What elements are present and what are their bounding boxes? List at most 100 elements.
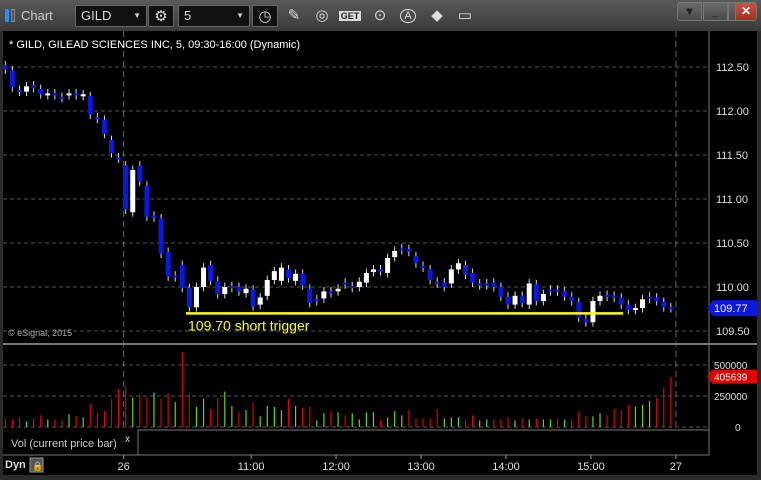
clock-icon: ◷	[258, 8, 272, 25]
minimize-button[interactable]: _	[703, 2, 728, 21]
candle-body	[144, 185, 150, 217]
interval-value: 5	[184, 8, 192, 23]
time-axis-label: 15:00	[577, 461, 605, 473]
window-menu-button[interactable]: ▾	[677, 2, 702, 21]
candle-body	[349, 286, 355, 289]
candle-body	[668, 307, 674, 310]
candle-body	[250, 289, 256, 307]
replay-button[interactable]: ⊙	[367, 5, 393, 27]
candle-body	[236, 287, 242, 292]
candle-body	[342, 282, 348, 285]
candle-body	[179, 265, 185, 288]
candle-body	[52, 93, 58, 96]
candle-body	[9, 70, 15, 88]
candle-body	[201, 267, 207, 287]
volume-study-close-button[interactable]: x	[125, 434, 130, 445]
candle-body	[101, 119, 107, 134]
time-axis-label: 13:00	[407, 461, 435, 473]
candle-body	[45, 93, 51, 96]
candle-body	[611, 295, 617, 298]
candle-body	[293, 273, 299, 281]
lock-icon: 🔒	[32, 461, 43, 471]
price-axis-label: 112.00	[716, 106, 749, 118]
candle-body	[547, 289, 553, 292]
comment-button[interactable]: ▭	[452, 5, 478, 27]
candle-body	[2, 65, 8, 70]
candle-body	[654, 297, 660, 302]
candle-body	[555, 289, 561, 292]
candle-body	[392, 250, 398, 258]
time-template-button[interactable]: ◷	[252, 5, 278, 27]
candle-body	[576, 301, 582, 318]
candle-body	[448, 269, 454, 284]
chevron-down-icon: ▼	[236, 11, 244, 20]
time-axis-label: 12:00	[322, 461, 350, 473]
chart-panel[interactable]: * GILD, GILEAD SCIENCES INC, 5, 09:30-16…	[2, 31, 757, 475]
candle-body	[321, 291, 327, 299]
candle-body	[526, 283, 532, 305]
short-trigger-label: 109.70 short trigger	[188, 317, 310, 333]
candle-body	[278, 267, 284, 281]
candle-body	[484, 283, 490, 286]
symbol-dropdown[interactable]: GILD ▼	[75, 5, 147, 27]
price-axis: 112.50 112.00 111.50 111.00 110.50 110.00 109.…	[716, 62, 750, 338]
candle-body	[66, 93, 72, 96]
candle-body	[24, 86, 30, 92]
candle-body	[314, 299, 320, 302]
chart-title: * GILD, GILEAD SCIENCES INC, 5, 09:30-16…	[9, 39, 300, 51]
candle-body	[328, 291, 334, 294]
price-axis-label: 112.50	[716, 62, 749, 74]
candle-body	[406, 249, 412, 252]
settings-gear-button[interactable]: ⚙	[148, 5, 174, 27]
price-axis-label: 110.00	[716, 282, 749, 294]
candle-body	[193, 287, 199, 308]
copyright-label: © eSignal, 2015	[8, 328, 72, 338]
candle-body	[540, 294, 546, 302]
candle-body	[512, 295, 518, 305]
candle-body	[434, 281, 440, 284]
window-title: Chart	[21, 8, 53, 23]
candle-body	[257, 297, 263, 305]
candle-body	[186, 287, 192, 308]
candle-body	[59, 96, 65, 99]
candle-body	[441, 282, 447, 287]
play-icon: ⊙	[373, 7, 387, 24]
last-volume-tag: 405639	[707, 369, 757, 384]
chart-window-icon-secondary	[11, 9, 15, 22]
candle-body	[229, 286, 235, 289]
candle-body	[151, 215, 157, 218]
candle-body	[463, 265, 468, 275]
time-axis-label: 27	[670, 461, 682, 473]
interval-dropdown[interactable]: 5 ▼	[178, 5, 250, 27]
price-axis-label: 110.50	[716, 238, 749, 250]
candle-body	[632, 308, 638, 311]
draw-tool-button[interactable]: ✎	[281, 5, 307, 27]
alert-button[interactable]: A	[395, 5, 421, 27]
studies-button[interactable]: ◎	[309, 5, 335, 27]
candle-body	[470, 272, 476, 283]
price-axis-label: 111.50	[716, 150, 748, 162]
last-price-value: 109.77	[714, 303, 748, 315]
candle-body	[38, 89, 44, 95]
link-button[interactable]: ◆	[424, 5, 450, 27]
candle-body	[116, 157, 122, 160]
candle-body	[370, 269, 376, 273]
candle-body	[73, 93, 79, 96]
candle-body	[519, 295, 525, 303]
candle-body	[427, 269, 433, 280]
get-data-button[interactable]: GET	[337, 5, 363, 27]
symbol-value: GILD	[81, 8, 112, 23]
candle-body	[94, 117, 100, 120]
volume-axis-label: 250000	[714, 392, 748, 403]
dynamic-mode-label[interactable]: Dyn	[5, 459, 26, 471]
last-volume-value: 405639	[714, 373, 748, 384]
volume-bars	[4, 352, 672, 427]
candle-body	[215, 280, 221, 295]
time-axis-label: 14:00	[492, 461, 520, 473]
time-axis-label: 26	[118, 461, 130, 473]
candle-body	[271, 271, 277, 280]
candle-body	[505, 296, 511, 305]
close-button[interactable]: ✕	[735, 2, 757, 21]
candle-body	[264, 279, 270, 296]
candle-body	[597, 295, 603, 302]
